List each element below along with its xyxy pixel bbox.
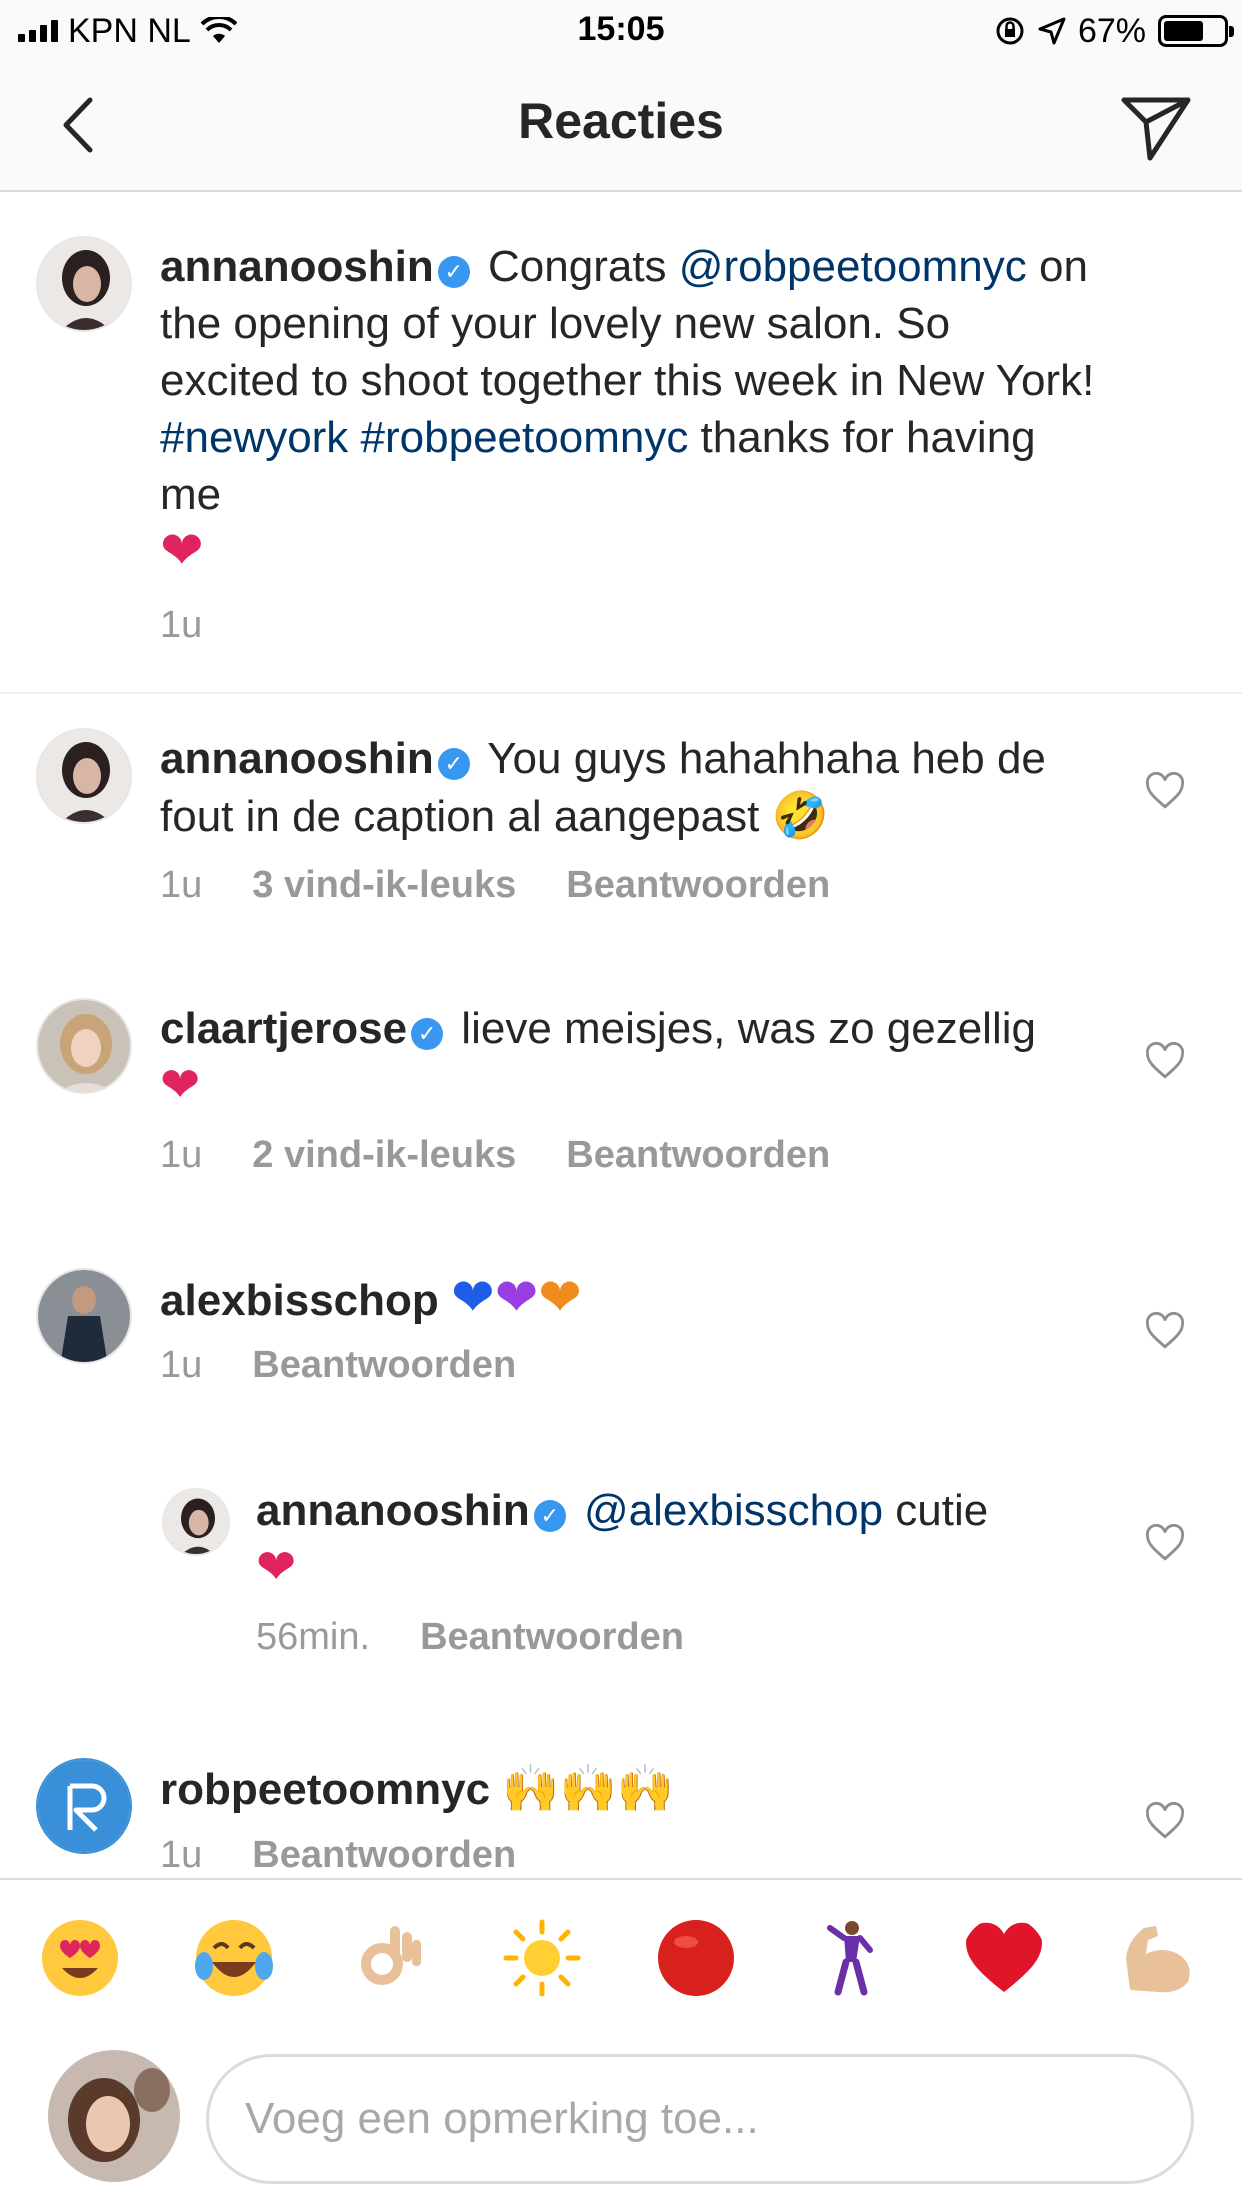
comment-text: robpeetoomnyc 🙌🙌🙌 xyxy=(160,1760,1080,1818)
comment-text: claartjerose ✓ lieve meisjes, was zo geze… xyxy=(160,1000,1080,1115)
dancer-emoji[interactable] xyxy=(808,1916,892,2000)
battery-percent: 67% xyxy=(1077,11,1146,50)
comment-text: annanooshin ✓ @alexbisschop cutie ❤ xyxy=(256,1482,1076,1597)
comments-list: annanooshin ✓ Congrats @robpeetoomnyc on … xyxy=(0,192,1242,1878)
comment-input[interactable] xyxy=(206,2054,1194,2184)
timestamp: 56min. xyxy=(256,1616,371,1658)
caption-meta: 1u xyxy=(160,604,202,647)
heart-outline-icon[interactable] xyxy=(1144,1800,1186,1842)
red-heart-emoji: ❤ xyxy=(256,1539,297,1595)
avatar-photo xyxy=(38,1000,130,1092)
reply-button[interactable]: Beantwoorden xyxy=(252,1834,516,1877)
blue-heart-emoji: ❤ xyxy=(451,1268,495,1328)
comment-text: annanooshin ✓ You guys hahahhaha heb de f… xyxy=(160,730,1080,845)
timestamp: 1u xyxy=(160,604,203,646)
avatar[interactable] xyxy=(36,728,132,824)
comment-meta: 1u Beantwoorden xyxy=(160,1834,516,1877)
red-heart-emoji: ❤ xyxy=(160,521,204,581)
emoji-shortcut-bar xyxy=(0,1878,1242,2038)
flexed-biceps-emoji[interactable] xyxy=(1116,1916,1200,2000)
timestamp: 1u xyxy=(160,1134,203,1176)
heart-outline-icon[interactable] xyxy=(1144,770,1186,812)
comment-body: lieve meisjes, was zo gezellig xyxy=(461,1004,1036,1053)
comment-item: alexbisschop ❤❤❤ 1u Beantwoorden xyxy=(0,1252,1242,1452)
red-heart-emoji: ❤ xyxy=(160,1057,201,1113)
red-heart-emoji[interactable] xyxy=(962,1916,1046,2000)
reply-button[interactable]: Beantwoorden xyxy=(566,1134,830,1177)
avatar xyxy=(48,2050,180,2182)
status-right: 67% xyxy=(994,10,1234,52)
heart-outline-icon[interactable] xyxy=(1144,1310,1186,1352)
caption-text: annanooshin ✓ Congrats @robpeetoomnyc on … xyxy=(160,238,1100,582)
timestamp: 1u xyxy=(160,864,203,906)
comment-username[interactable]: robpeetoomnyc xyxy=(160,1765,490,1814)
comment-body: cutie xyxy=(895,1486,989,1535)
rofl-emoji: 🤣 xyxy=(771,788,829,842)
avatar[interactable] xyxy=(162,1488,230,1556)
reply-button[interactable]: Beantwoorden xyxy=(566,864,830,907)
comment-meta: 1u 3 vind-ik-leuks Beantwoorden xyxy=(160,864,830,907)
hashtag-link[interactable]: #robpeetoomnyc xyxy=(361,413,689,462)
caption-text-pre: Congrats xyxy=(488,242,667,291)
tears-of-joy-emoji[interactable] xyxy=(192,1916,276,2000)
hashtag-link[interactable]: #newyork xyxy=(160,413,348,462)
red-circle-emoji[interactable] xyxy=(654,1916,738,2000)
comment-username[interactable]: annanooshin xyxy=(256,1486,530,1535)
avatar-photo xyxy=(38,730,130,822)
raising-hands-emoji: 🙌🙌🙌 xyxy=(502,1761,675,1815)
mention-link[interactable]: @robpeetoomnyc xyxy=(679,242,1027,291)
comment-item: robpeetoomnyc 🙌🙌🙌 1u Beantwoorden xyxy=(0,1742,1242,1878)
comment-username[interactable]: alexbisschop xyxy=(160,1276,439,1325)
comment-meta: 1u Beantwoorden xyxy=(160,1344,516,1387)
avatar[interactable] xyxy=(36,998,132,1094)
reply-button[interactable]: Beantwoorden xyxy=(252,1344,516,1387)
mention-link[interactable]: @alexbisschop xyxy=(584,1486,883,1535)
caption-username[interactable]: annanooshin xyxy=(160,242,434,291)
verified-icon: ✓ xyxy=(437,256,470,288)
avatar[interactable] xyxy=(36,236,132,332)
paper-plane-icon[interactable] xyxy=(1116,86,1196,166)
avatar-photo xyxy=(38,1270,130,1362)
comment-item: claartjerose ✓ lieve meisjes, was zo geze… xyxy=(0,982,1242,1232)
heart-eyes-emoji[interactable] xyxy=(38,1916,122,2000)
heart-outline-icon[interactable] xyxy=(1144,1040,1186,1082)
caption: annanooshin ✓ Congrats @robpeetoomnyc on … xyxy=(0,192,1242,694)
purple-heart-emoji: ❤ xyxy=(494,1268,539,1328)
verified-icon: ✓ xyxy=(437,748,470,780)
comment-item: annanooshin ✓ You guys hahahhaha heb de f… xyxy=(0,712,1242,962)
avatar[interactable] xyxy=(36,1268,132,1364)
timestamp: 1u xyxy=(160,1834,203,1876)
battery-icon xyxy=(1158,15,1234,47)
page-title: Reacties xyxy=(518,93,724,149)
likes-count[interactable]: 3 vind-ik-leuks xyxy=(252,864,516,907)
comment-username[interactable]: annanooshin xyxy=(160,734,434,783)
avatar-photo xyxy=(48,2050,180,2182)
orange-heart-emoji: ❤ xyxy=(538,1268,582,1328)
nav-bar: Reacties xyxy=(0,60,1242,192)
location-arrow-icon xyxy=(1038,17,1066,45)
verified-icon: ✓ xyxy=(411,1018,444,1050)
rotation-lock-icon xyxy=(996,17,1024,45)
heart-outline-icon[interactable] xyxy=(1144,1522,1186,1564)
comment-text: alexbisschop ❤❤❤ xyxy=(160,1270,1080,1329)
comment-meta: 1u 2 vind-ik-leuks Beantwoorden xyxy=(160,1134,830,1177)
verified-icon: ✓ xyxy=(533,1500,566,1532)
status-bar: KPN NL 15:05 67% xyxy=(0,0,1242,60)
sun-emoji[interactable] xyxy=(500,1916,584,2000)
reply-button[interactable]: Beantwoorden xyxy=(420,1616,684,1659)
avatar-photo xyxy=(38,238,130,330)
comment-composer xyxy=(0,2038,1242,2208)
logo-avatar xyxy=(38,1760,130,1852)
reply-item: annanooshin ✓ @alexbisschop cutie ❤ 56min… xyxy=(0,1472,1242,1702)
ok-hand-emoji[interactable] xyxy=(346,1916,430,2000)
comment-meta: 56min. Beantwoorden xyxy=(256,1616,684,1659)
comment-username[interactable]: claartjerose xyxy=(160,1004,407,1053)
timestamp: 1u xyxy=(160,1344,203,1386)
avatar-photo xyxy=(164,1490,228,1554)
likes-count[interactable]: 2 vind-ik-leuks xyxy=(252,1134,516,1177)
avatar[interactable] xyxy=(36,1758,132,1854)
